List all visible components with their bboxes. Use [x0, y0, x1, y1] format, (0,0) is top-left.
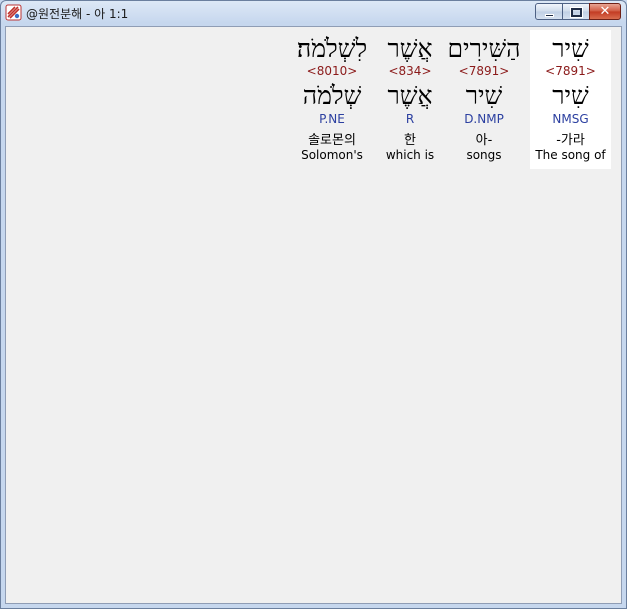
caption-buttons: ✕ [535, 3, 621, 22]
hebrew-lemma: שִׁיר [465, 81, 503, 110]
close-icon: ✕ [599, 4, 611, 19]
title-bar[interactable]: @원전분해 - 아 1:1 ✕ [1, 1, 626, 25]
maximize-button[interactable] [562, 3, 590, 20]
hebrew-form: הַשִּׁירִים [447, 34, 521, 63]
english-gloss: which is [385, 148, 435, 162]
hebrew-form: שִׁיר [552, 34, 589, 63]
morphology-code: D.NMP [464, 112, 504, 126]
word-column-2[interactable]: הַשִּׁירִים <7891> שִׁיר D.NMP 아- songs [442, 30, 526, 169]
strong-number[interactable]: <834> [376, 64, 444, 78]
strong-number[interactable]: <7891> [530, 64, 611, 78]
hebrew-form: אֲשֶׁר [387, 34, 433, 63]
hebrew-form: לִשְׁלֹמֹה׃ [296, 34, 368, 63]
word-column-1[interactable]: שִׁיר <7891> שִׁיר NMSG -가라 The song of [530, 30, 611, 169]
interlinear-panel[interactable]: שִׁיר <7891> שִׁיר NMSG -가라 The song of … [5, 26, 622, 604]
hebrew-lemma: שְׁלֹמֹה [302, 81, 362, 110]
korean-gloss: -가라 [556, 133, 585, 148]
minimize-icon [545, 14, 554, 17]
korean-gloss: 솔로몬의 [308, 133, 356, 148]
window-title: @원전분해 - 아 1:1 [26, 7, 129, 21]
app-icon [5, 4, 22, 21]
morphology-code: NMSG [552, 112, 589, 126]
minimize-button[interactable] [535, 3, 563, 20]
strong-number[interactable]: <7891> [442, 64, 526, 78]
morphology-code: P.NE [319, 112, 345, 126]
morphology-code: R [405, 112, 415, 126]
korean-gloss: 아- [475, 133, 493, 148]
strong-number[interactable]: <8010> [288, 64, 376, 78]
hebrew-lemma: אֲשֶׁר [387, 81, 433, 110]
app-window: @원전분해 - 아 1:1 ✕ שִׁיר <7891> שִׁיר NMSG … [0, 0, 627, 609]
hebrew-lemma: שִׁיר [552, 81, 589, 110]
word-column-3[interactable]: אֲשֶׁר <834> אֲשֶׁר R 한 which is [376, 30, 444, 169]
english-gloss: songs [466, 148, 502, 162]
english-gloss: The song of [535, 148, 606, 162]
word-column-4[interactable]: לִשְׁלֹמֹה׃ <8010> שְׁלֹמֹה P.NE 솔로몬의 So… [288, 30, 376, 169]
close-button[interactable]: ✕ [589, 3, 621, 20]
korean-gloss: 한 [404, 133, 416, 148]
maximize-icon [571, 8, 582, 17]
english-gloss: Solomon's [301, 148, 363, 162]
